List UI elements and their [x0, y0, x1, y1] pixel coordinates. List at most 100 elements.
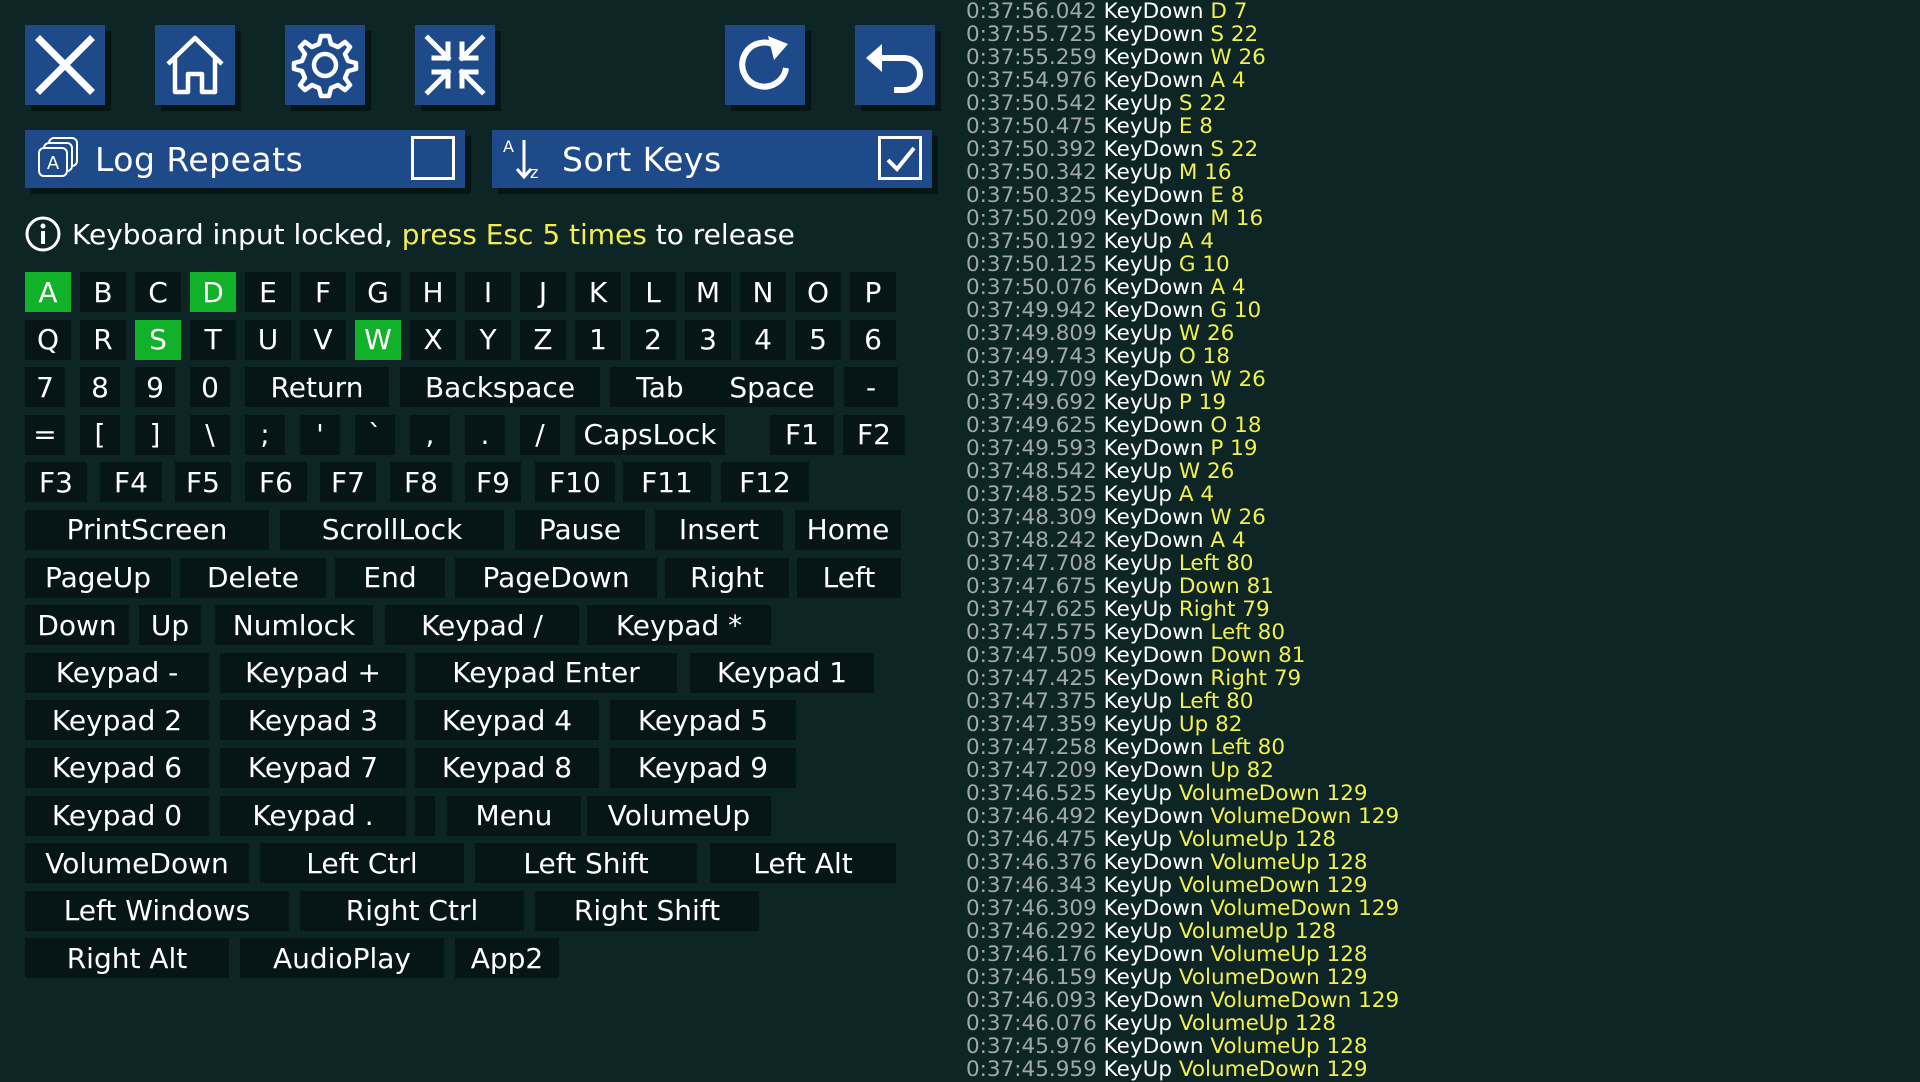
key-keypad-3[interactable]: Keypad 3: [220, 700, 406, 741]
key-a[interactable]: A: [25, 272, 71, 312]
key-down[interactable]: Down: [25, 605, 129, 646]
key-y[interactable]: Y: [465, 319, 511, 360]
key-keypad[interactable]: Keypad /: [385, 605, 579, 646]
key-x[interactable]: X: [410, 319, 456, 360]
key-keypad[interactable]: Keypad +: [220, 652, 406, 693]
key-keypad-1[interactable]: Keypad 1: [690, 652, 874, 693]
close-button[interactable]: [25, 25, 105, 105]
key-pause[interactable]: Pause: [515, 509, 645, 550]
key-keypad[interactable]: Keypad *: [587, 605, 771, 646]
key-right[interactable]: Right: [665, 557, 789, 598]
key-f8[interactable]: F8: [390, 462, 452, 503]
key-right-shift[interactable]: Right Shift: [535, 890, 759, 931]
key-s[interactable]: S: [135, 319, 181, 360]
key-keypad-4[interactable]: Keypad 4: [415, 700, 599, 741]
key-pageup[interactable]: PageUp: [25, 557, 171, 598]
key-l[interactable]: L: [630, 272, 676, 312]
key-volumedown[interactable]: VolumeDown: [25, 843, 249, 884]
key-keypad-9[interactable]: Keypad 9: [610, 747, 796, 788]
key-f5[interactable]: F5: [175, 462, 231, 503]
key-i[interactable]: I: [465, 272, 511, 312]
key-keypad[interactable]: Keypad -: [25, 652, 209, 693]
key-left-shift[interactable]: Left Shift: [475, 843, 697, 884]
key-symbol[interactable]: ': [300, 414, 340, 455]
key-symbol[interactable]: `: [355, 414, 395, 455]
reload-button[interactable]: [725, 25, 805, 105]
key-left-windows[interactable]: Left Windows: [25, 890, 289, 931]
key-scrolllock[interactable]: ScrollLock: [280, 509, 504, 550]
key-f3[interactable]: F3: [25, 462, 87, 503]
key-symbol[interactable]: ,: [410, 414, 450, 455]
log-repeats-checkbox[interactable]: [411, 136, 455, 180]
key-return[interactable]: Return: [245, 367, 389, 408]
key-4[interactable]: 4: [740, 319, 786, 360]
key-t[interactable]: T: [190, 319, 236, 360]
key-symbol[interactable]: \: [190, 414, 230, 455]
key-keypad-7[interactable]: Keypad 7: [220, 747, 406, 788]
settings-button[interactable]: [285, 25, 365, 105]
key-delete[interactable]: Delete: [180, 557, 326, 598]
key-g[interactable]: G: [355, 272, 401, 312]
log-repeats-toggle[interactable]: A Log Repeats: [25, 130, 465, 188]
key-d[interactable]: D: [190, 272, 236, 312]
key-left-ctrl[interactable]: Left Ctrl: [260, 843, 464, 884]
key-insert[interactable]: Insert: [655, 509, 783, 550]
key-left-alt[interactable]: Left Alt: [710, 843, 896, 884]
key-f2[interactable]: F2: [843, 414, 905, 455]
key-e[interactable]: E: [245, 272, 291, 312]
key-keypad-0[interactable]: Keypad 0: [25, 795, 209, 836]
key-capslock[interactable]: CapsLock: [575, 414, 725, 455]
key-f11[interactable]: F11: [623, 462, 711, 503]
key-home[interactable]: Home: [795, 509, 901, 550]
key-8[interactable]: 8: [80, 367, 120, 408]
key-keypad-enter[interactable]: Keypad Enter: [415, 652, 677, 693]
key-up[interactable]: Up: [139, 605, 201, 646]
key-app2[interactable]: App2: [455, 938, 559, 979]
key-numlock[interactable]: Numlock: [215, 605, 373, 646]
key-z[interactable]: Z: [520, 319, 566, 360]
key-end[interactable]: End: [335, 557, 445, 598]
key-m[interactable]: M: [685, 272, 731, 312]
key-symbol[interactable]: [: [80, 414, 120, 455]
key-f1[interactable]: F1: [770, 414, 834, 455]
key-f9[interactable]: F9: [465, 462, 521, 503]
key-symbol[interactable]: /: [520, 414, 560, 455]
key-p[interactable]: P: [850, 272, 896, 312]
sort-keys-checkbox[interactable]: [878, 136, 922, 180]
key-f7[interactable]: F7: [320, 462, 376, 503]
key-keypad-2[interactable]: Keypad 2: [25, 700, 209, 741]
key-pagedown[interactable]: PageDown: [455, 557, 657, 598]
key-k[interactable]: K: [575, 272, 621, 312]
key-5[interactable]: 5: [795, 319, 841, 360]
key-keypad-6[interactable]: Keypad 6: [25, 747, 209, 788]
key-symbol[interactable]: -: [844, 367, 898, 408]
key-tab[interactable]: Tab: [610, 367, 710, 408]
key-0[interactable]: 0: [190, 367, 230, 408]
key-9[interactable]: 9: [135, 367, 175, 408]
key-f12[interactable]: F12: [721, 462, 809, 503]
key-audioplay[interactable]: AudioPlay: [240, 938, 444, 979]
key-n[interactable]: N: [740, 272, 786, 312]
sort-keys-toggle[interactable]: A z Sort Keys: [492, 130, 932, 188]
key-7[interactable]: 7: [25, 367, 65, 408]
key-3[interactable]: 3: [685, 319, 731, 360]
key-symbol[interactable]: .: [465, 414, 505, 455]
key-q[interactable]: Q: [25, 319, 71, 360]
minimize-button[interactable]: [415, 25, 495, 105]
key-b[interactable]: B: [80, 272, 126, 312]
back-button[interactable]: [855, 25, 935, 105]
key-volumeup[interactable]: VolumeUp: [587, 795, 771, 836]
key-o[interactable]: O: [795, 272, 841, 312]
key-keypad-8[interactable]: Keypad 8: [415, 747, 599, 788]
key-h[interactable]: H: [410, 272, 456, 312]
key-left[interactable]: Left: [797, 557, 901, 598]
key-symbol[interactable]: ]: [135, 414, 175, 455]
key-2[interactable]: 2: [630, 319, 676, 360]
key-space[interactable]: Space: [710, 367, 834, 408]
key-menu[interactable]: Menu: [447, 795, 581, 836]
home-button[interactable]: [155, 25, 235, 105]
key-keypad[interactable]: Keypad .: [220, 795, 406, 836]
key-j[interactable]: J: [520, 272, 566, 312]
key-w[interactable]: W: [355, 319, 401, 360]
key-symbol[interactable]: ;: [245, 414, 285, 455]
